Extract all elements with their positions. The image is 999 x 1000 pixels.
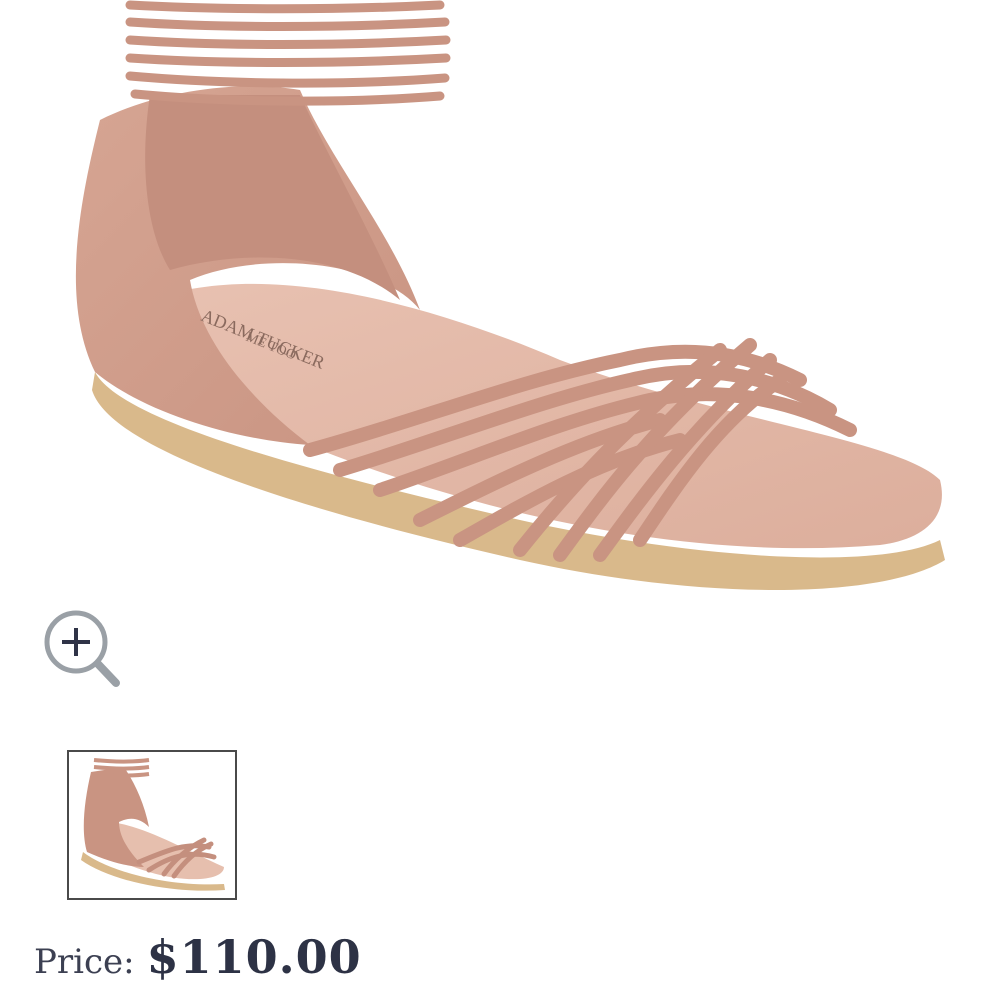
zoom-in-icon	[44, 610, 120, 687]
thumbnail-0[interactable]	[67, 750, 237, 900]
sandal-thumbnail-image	[81, 758, 225, 891]
price-value: $110.00	[146, 930, 362, 984]
sandal-image: ADAM TUCKER ME TOO	[75, 0, 945, 590]
zoom-in-button[interactable]	[40, 606, 120, 688]
price-label: Price:	[34, 942, 135, 982]
price-row: Price: $110.00	[34, 930, 362, 990]
product-main-image[interactable]: ADAM TUCKER ME TOO	[0, 0, 999, 620]
